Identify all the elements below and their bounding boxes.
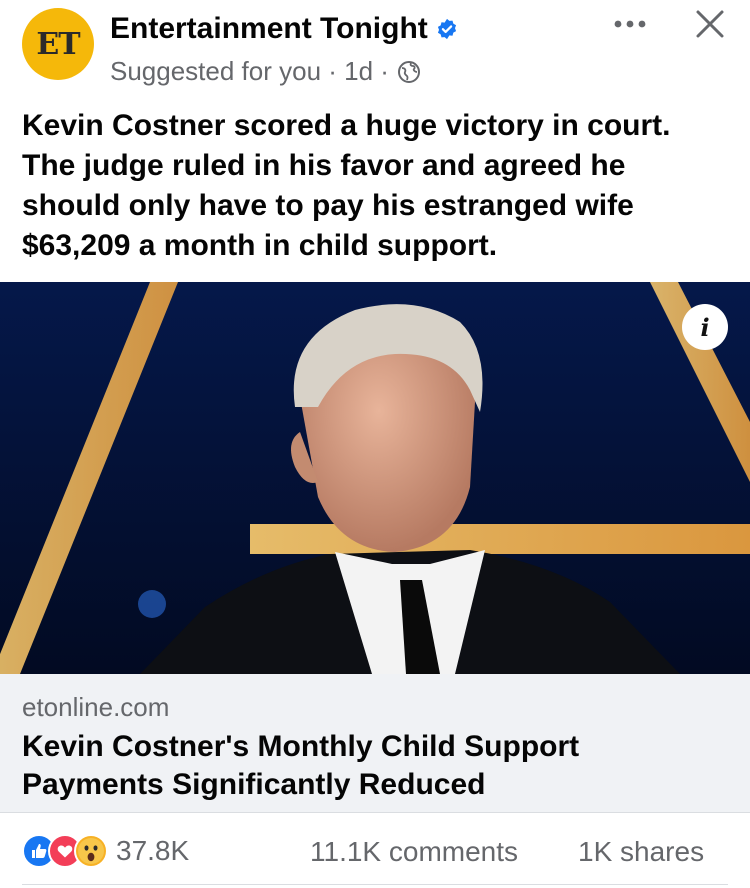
post-meta-text[interactable]: Suggested for you · 1d ·: [110, 56, 389, 87]
link-domain: etonline.com: [22, 692, 170, 722]
photo-illustration: [0, 282, 750, 674]
info-icon[interactable]: i: [682, 304, 728, 350]
wow-reaction-icon: [74, 834, 108, 868]
heart-icon: [57, 845, 73, 858]
reaction-summary[interactable]: 37.8K: [22, 834, 189, 868]
reaction-count: 37.8K: [116, 835, 190, 866]
page-avatar[interactable]: ET: [22, 8, 94, 80]
post-caption: Kevin Costner scored a huge victory in c…: [22, 109, 671, 262]
link-title[interactable]: Kevin Costner's Monthly Child Support Pa…: [22, 728, 722, 804]
post-meta: Suggested for you · 1d ·: [110, 56, 421, 87]
more-options-icon[interactable]: [610, 10, 650, 38]
verified-badge-icon: [437, 18, 456, 40]
comments-count[interactable]: 11.1K comments: [310, 836, 518, 868]
avatar-logo-text: ET: [36, 26, 80, 62]
post-footer: 37.8K 11.1K comments 1K shares: [0, 812, 750, 888]
post-header: ET Entertainment Tonight Suggested for y…: [0, 0, 750, 100]
page-name-label[interactable]: Entertainment Tonight: [110, 12, 428, 46]
globe-icon: [397, 60, 420, 83]
link-preview-image[interactable]: i: [0, 282, 750, 674]
info-icon-glyph: i: [700, 312, 710, 342]
link-preview-card[interactable]: etonline.com Kevin Costner's Monthly Chi…: [0, 674, 750, 813]
shares-count[interactable]: 1K shares: [578, 836, 704, 868]
thumbs-up-icon: [32, 844, 47, 858]
close-icon[interactable]: [694, 8, 726, 40]
footer-divider: [22, 884, 728, 885]
wow-face-icon: [78, 838, 104, 864]
page-name[interactable]: Entertainment Tonight: [110, 12, 458, 46]
